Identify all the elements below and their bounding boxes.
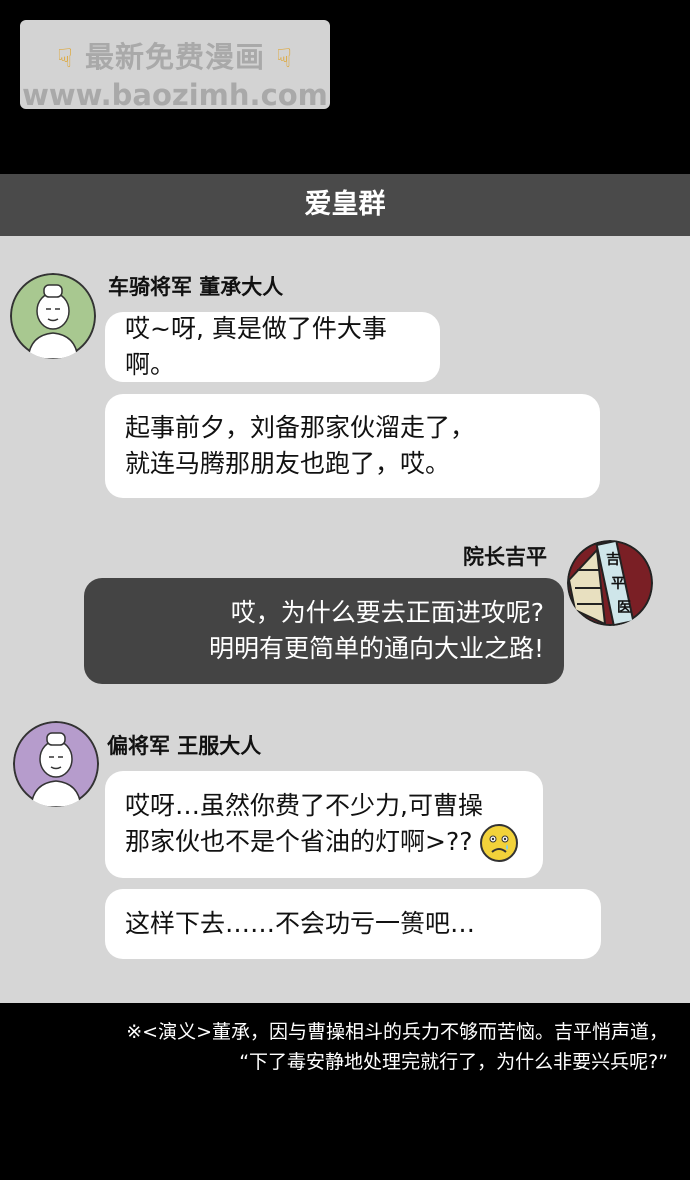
svg-text:平: 平: [611, 576, 625, 592]
message-bubble: 这样下去……不会功亏一篑吧…: [105, 889, 601, 959]
watermark-url: www.baozimh.com: [22, 78, 328, 112]
svg-text:吉: 吉: [606, 551, 620, 568]
chat-area: 车骑将军 董承大人 哎~呀, 真是做了件大事啊。 起事前夕，刘备那家伙溜走了， …: [0, 236, 690, 1003]
pointing-hand-icon: ☟: [57, 44, 74, 74]
footnote-line: “下了毒安静地处理完就行了，为什么非要兴兵呢?”: [239, 1051, 668, 1073]
message-bubble: 哎~呀, 真是做了件大事啊。: [105, 312, 440, 382]
ji-ping-avatar: 吉 平 医: [567, 540, 653, 626]
footer: ※<演义>董承，因与曹操相斗的兵力不够而苦恼。吉平悄声道， “下了毒安静地处理完…: [0, 1003, 690, 1180]
message-bubble: 哎，为什么要去正面进攻呢? 明明有更简单的通向大业之路!: [84, 578, 564, 684]
footnote-line: ※<演义>董承，因与曹操相斗的兵力不够而苦恼。吉平悄声道，: [126, 1021, 668, 1043]
message-bubble: 起事前夕，刘备那家伙溜走了， 就连马腾那朋友也跑了，哎。: [105, 394, 600, 498]
sad-face-icon: [480, 823, 519, 862]
watermark-title-row: ☟ 最新免费漫画 ☟: [20, 34, 330, 76]
chat-title: 爱皇群: [0, 174, 690, 236]
wang-fu-avatar: [13, 721, 99, 807]
watermark: ☟ 最新免费漫画 ☟ www.baozimh.com: [20, 20, 330, 112]
sender-name: 偏将军 王服大人: [107, 734, 262, 758]
sender-name: 院长吉平: [463, 545, 547, 569]
pointing-hand-icon: ☟: [276, 44, 293, 74]
watermark-title: 最新免费漫画: [84, 40, 265, 74]
sender-name: 车骑将军 董承大人: [108, 275, 284, 299]
message-bubble: 哎呀…虽然你费了不少力,可曹操 那家伙也不是个省油的灯啊>??: [105, 771, 543, 878]
svg-text:医: 医: [617, 600, 631, 616]
dong-cheng-avatar: [10, 273, 96, 359]
